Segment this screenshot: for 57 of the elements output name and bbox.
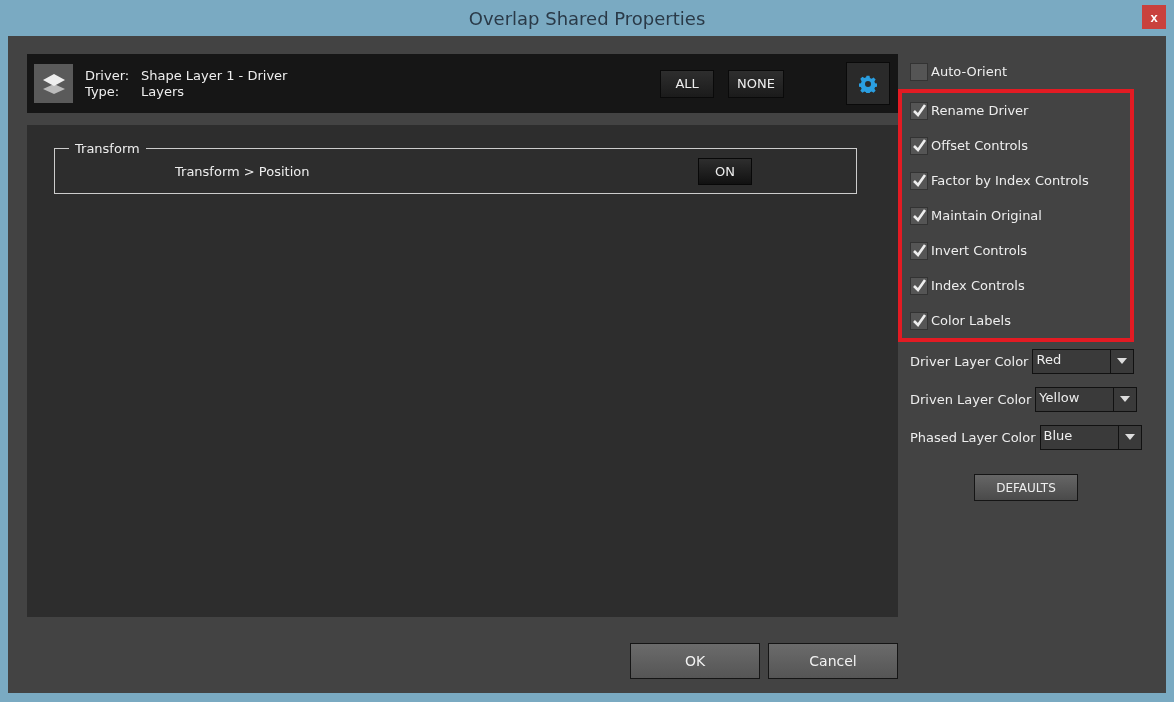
type-value: Layers — [141, 84, 186, 99]
option-label: Offset Controls — [931, 138, 1028, 153]
checkbox[interactable] — [910, 311, 928, 330]
layers-button[interactable] — [34, 64, 73, 103]
checkbox-option[interactable]: Index Controls — [910, 268, 1130, 303]
color-dropdown[interactable]: Red — [1032, 348, 1135, 374]
option-label: Auto-Orient — [931, 64, 1007, 79]
caret-icon — [1124, 434, 1135, 440]
checkbox[interactable] — [910, 62, 928, 81]
checkbox-option[interactable]: Offset Controls — [910, 128, 1130, 163]
settings-icon — [859, 74, 877, 93]
property-label: Transform > Position — [175, 164, 311, 179]
checkmark-icon — [911, 103, 927, 118]
settings-button[interactable] — [846, 62, 890, 105]
checkbox-option[interactable]: Factor by Index Controls — [910, 163, 1130, 198]
driver-label: Driver: — [85, 68, 131, 83]
checkmark-icon — [911, 243, 927, 258]
checkmark-icon — [911, 208, 927, 223]
checkmark-icon — [911, 313, 927, 328]
option-label: Rename Driver — [931, 103, 1029, 118]
checkbox[interactable] — [910, 101, 928, 120]
color-dropdown[interactable]: Blue — [1039, 424, 1142, 450]
caret-icon — [1120, 396, 1131, 402]
checkbox[interactable] — [910, 206, 928, 225]
group-title: Transform — [74, 141, 141, 156]
checkbox[interactable] — [910, 276, 928, 295]
defaults-button[interactable]: DEFAULTS — [974, 474, 1078, 501]
option-label: Color Labels — [931, 313, 1011, 328]
option-label: Index Controls — [931, 278, 1025, 293]
select-label: Driven Layer Color — [910, 391, 1032, 407]
checkmark-icon — [911, 173, 927, 188]
checkmark-icon — [911, 278, 927, 293]
checkbox-option[interactable]: Invert Controls — [910, 233, 1130, 268]
dialog-button[interactable]: OK — [630, 643, 760, 679]
select-label: Phased Layer Color — [910, 429, 1036, 445]
option-label: Invert Controls — [931, 243, 1028, 258]
type-label: Type: — [85, 84, 121, 99]
checkbox-option[interactable]: Color Labels — [910, 303, 1130, 338]
checkbox-option[interactable]: Auto-Orient — [910, 54, 1146, 89]
select-button[interactable]: NONE — [728, 69, 784, 98]
checkmark-icon — [911, 138, 927, 153]
option-label: Maintain Original — [931, 208, 1042, 223]
checkbox[interactable] — [910, 241, 928, 260]
window-title: Overlap Shared Properties — [468, 7, 706, 29]
checkbox-option[interactable]: Rename Driver — [910, 93, 1130, 128]
caret-icon — [1117, 358, 1128, 364]
option-label: Factor by Index Controls — [931, 173, 1089, 188]
select-label: Driver Layer Color — [910, 353, 1029, 369]
driver-value: Shape Layer 1 - Driver — [141, 68, 289, 83]
dialog-button[interactable]: Cancel — [768, 643, 898, 679]
toggle-button[interactable]: ON — [698, 158, 752, 185]
close-button[interactable]: x — [1142, 5, 1166, 29]
checkbox-option[interactable]: Maintain Original — [910, 198, 1130, 233]
select-button[interactable]: ALL — [660, 69, 715, 98]
checkbox[interactable] — [910, 171, 928, 190]
checkbox[interactable] — [910, 136, 928, 155]
color-dropdown[interactable]: Yellow — [1035, 386, 1138, 412]
